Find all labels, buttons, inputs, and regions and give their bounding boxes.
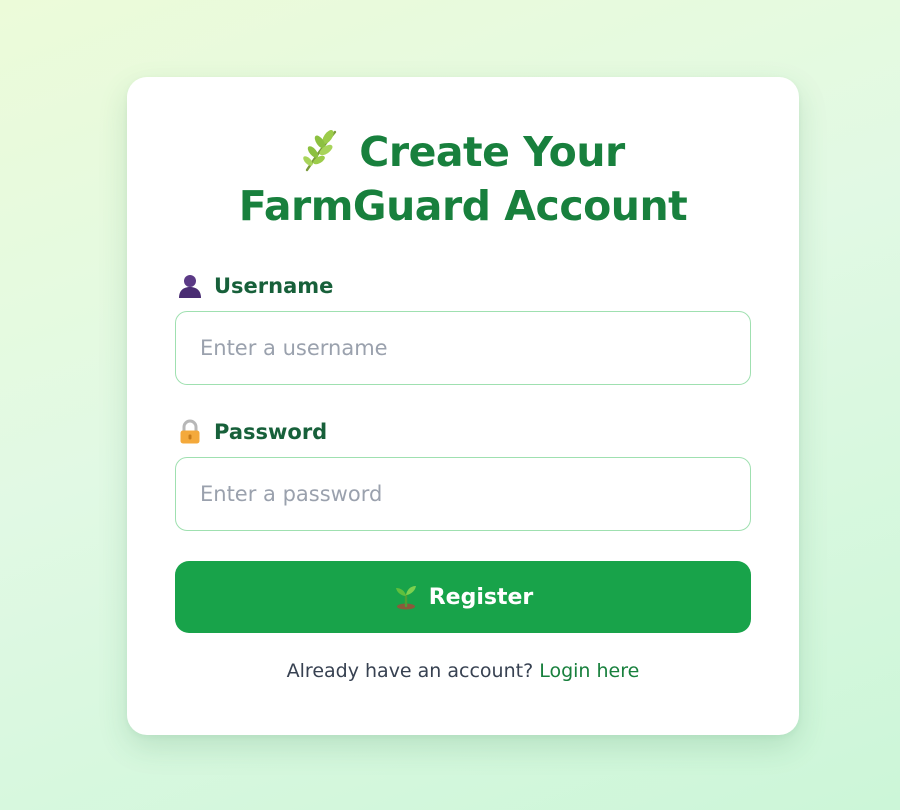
herb-icon <box>301 128 341 172</box>
title-text-line-2: FarmGuard Account <box>238 182 688 230</box>
register-card: Create Your FarmGuard Account Username P… <box>127 77 799 735</box>
title-text-line-1: Create Your <box>359 128 625 176</box>
seedling-icon <box>393 584 419 610</box>
page-title: Create Your FarmGuard Account <box>127 125 799 233</box>
password-input[interactable] <box>175 457 751 531</box>
username-label-text: Username <box>214 274 334 298</box>
login-prompt-text: Already have an account? <box>286 660 534 682</box>
username-label: Username <box>177 271 333 301</box>
lock-icon <box>177 419 203 445</box>
password-label: Password <box>177 417 327 447</box>
password-label-text: Password <box>214 420 328 444</box>
login-prompt: Already have an account? Login here <box>127 657 799 685</box>
register-button[interactable]: Register <box>175 561 751 633</box>
username-input[interactable] <box>175 311 751 385</box>
user-silhouette-icon <box>177 273 203 299</box>
page-title-line-1: Create Your <box>127 125 799 179</box>
login-link[interactable]: Login here <box>539 660 639 682</box>
register-button-label: Register <box>428 584 534 610</box>
